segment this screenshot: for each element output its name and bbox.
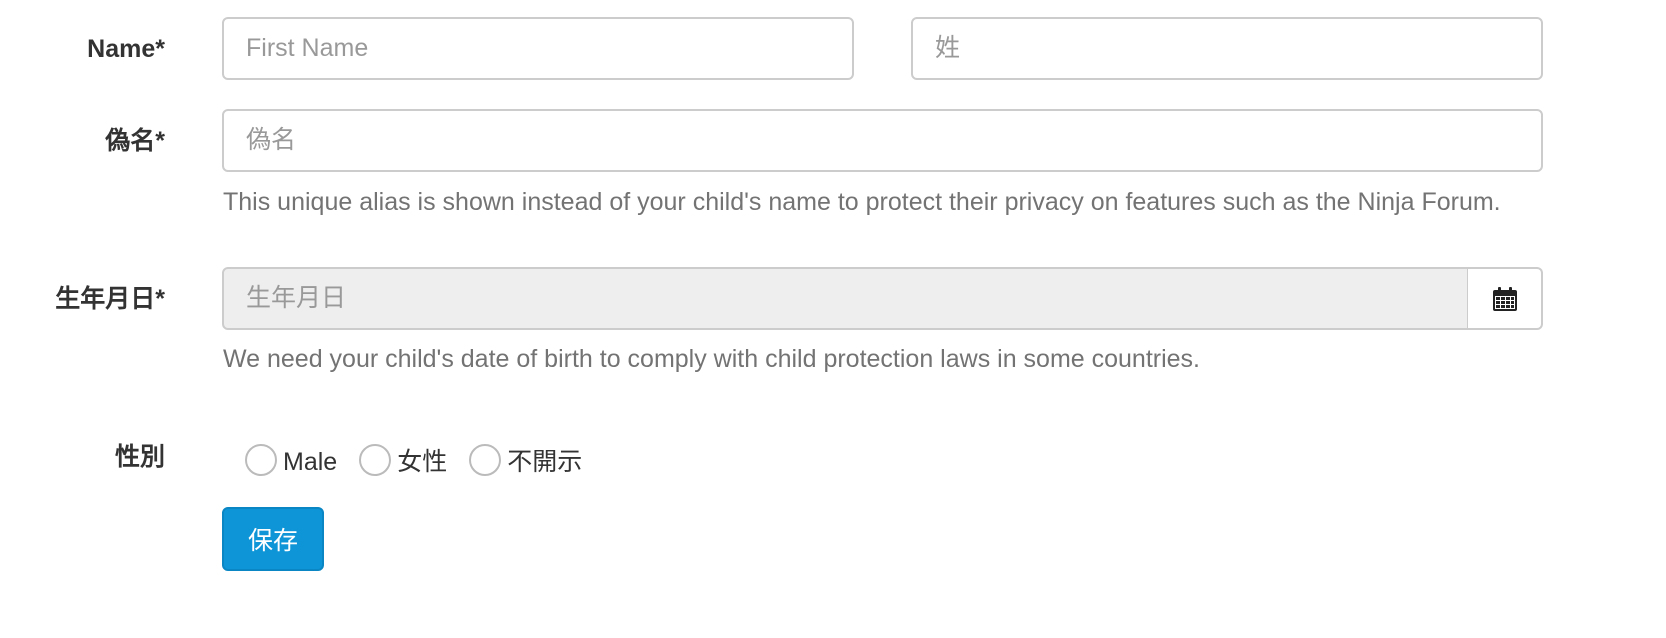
gender-option-male[interactable]: Male [245, 443, 337, 477]
radio-button[interactable] [359, 444, 392, 476]
save-button[interactable]: 保存 [222, 507, 324, 571]
first-name-input[interactable] [222, 17, 854, 80]
alias-help-text: This unique alias is shown instead of yo… [223, 188, 1501, 216]
birthday-label: 生年月日* [55, 285, 165, 313]
calendar-icon [1492, 286, 1518, 312]
gender-option-female[interactable]: 女性 [359, 443, 447, 477]
calendar-button[interactable] [1468, 267, 1543, 330]
gender-option-label: Male [283, 448, 338, 476]
gender-option-label: 女性 [397, 448, 448, 476]
alias-input[interactable] [222, 109, 1543, 172]
radio-button[interactable] [245, 444, 277, 476]
radio-button[interactable] [469, 444, 502, 476]
birthday-input[interactable] [222, 267, 1469, 330]
gender-option-undisclosed[interactable]: 不開示 [469, 443, 582, 477]
alias-label: 偽名* [105, 127, 165, 155]
gender-option-label: 不開示 [507, 448, 583, 476]
last-name-input[interactable] [911, 17, 1543, 80]
birthday-help-text: We need your child's date of birth to co… [223, 345, 1201, 373]
name-label: Name* [87, 35, 165, 63]
gender-label: 性別 [114, 443, 165, 471]
gender-radio-group: Male 女性 不開示 [245, 442, 604, 478]
